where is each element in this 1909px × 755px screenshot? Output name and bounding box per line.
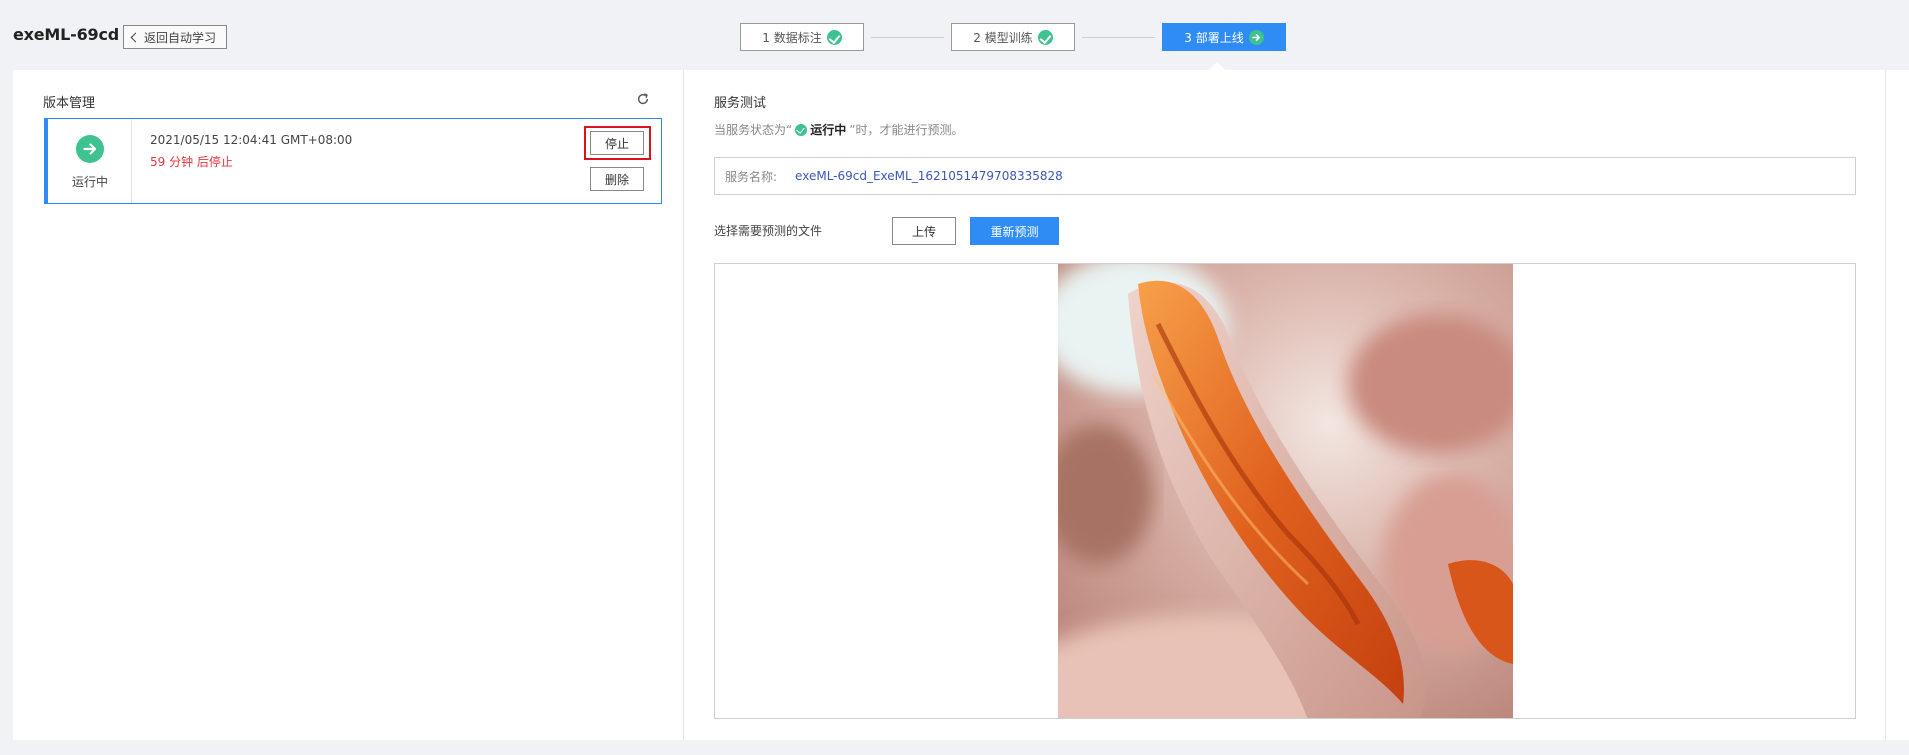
step-data-labeling[interactable]: 1 数据标注	[740, 23, 864, 51]
repredict-button[interactable]: 重新预测	[970, 217, 1059, 245]
refresh-icon[interactable]	[636, 92, 650, 106]
stop-button[interactable]: 停止	[590, 131, 644, 155]
auto-stop-note: 59 分钟 后停止	[150, 155, 233, 169]
preview-photo	[1058, 264, 1513, 718]
version-management-panel: 版本管理 运行中 2021/05/15 12:04:41 GMT+08:00 5…	[13, 70, 683, 740]
status-label: 运行中	[71, 175, 108, 189]
hint-suffix: ”时，才能进行预测。	[849, 123, 964, 137]
service-name-field: 服务名称: exeML-69cd_ExeML_16210514797083358…	[714, 157, 1856, 195]
step-model-training[interactable]: 2 模型训练	[951, 23, 1075, 51]
step-label: 1 数据标注	[762, 30, 822, 45]
progress-steps: 1 数据标注 2 模型训练 3 部署上线	[740, 23, 1286, 51]
arrow-circle-icon	[1248, 29, 1264, 45]
service-name-label: 服务名称:	[725, 169, 778, 184]
step-connector	[1082, 37, 1155, 38]
top-header: exeML-69cd 返回自动学习 1 数据标注 2 模型训练 3 部署上线	[0, 0, 1909, 71]
hint-running-state: 运行中	[810, 123, 847, 137]
choose-file-label: 选择需要预测的文件	[714, 224, 823, 238]
service-state-hint: 当服务状态为“ 运行中 ”时，才能进行预测。	[714, 121, 963, 138]
upload-button[interactable]: 上传	[892, 217, 956, 245]
step-deploy[interactable]: 3 部署上线	[1162, 23, 1286, 51]
running-status-icon	[76, 135, 104, 163]
chevron-left-icon	[130, 32, 141, 43]
check-circle-icon	[1037, 29, 1053, 45]
app-title: exeML-69cd	[13, 25, 119, 44]
step-connector	[871, 37, 944, 38]
delete-button[interactable]: 删除	[590, 167, 644, 191]
step-label: 2 模型训练	[973, 30, 1033, 45]
service-test-panel: 服务测试 当服务状态为“ 运行中 ”时，才能进行预测。 服务名称: exeML-…	[683, 70, 1885, 740]
service-test-title: 服务测试	[714, 96, 767, 111]
version-card[interactable]: 运行中 2021/05/15 12:04:41 GMT+08:00 59 分钟 …	[44, 118, 662, 204]
back-to-automl-button[interactable]: 返回自动学习	[123, 25, 228, 49]
back-button-label: 返回自动学习	[144, 30, 217, 45]
service-name-value: exeML-69cd_ExeML_1621051479708335828	[795, 169, 1063, 183]
right-scroll-strip	[1885, 70, 1909, 740]
hint-prefix: 当服务状态为“	[714, 123, 793, 137]
version-management-title: 版本管理	[43, 96, 96, 111]
check-circle-icon	[795, 123, 808, 136]
prediction-image-preview	[714, 263, 1856, 719]
version-status: 运行中	[48, 119, 132, 203]
check-circle-icon	[826, 29, 842, 45]
version-timestamp: 2021/05/15 12:04:41 GMT+08:00	[150, 133, 353, 147]
step-label: 3 部署上线	[1184, 30, 1244, 45]
